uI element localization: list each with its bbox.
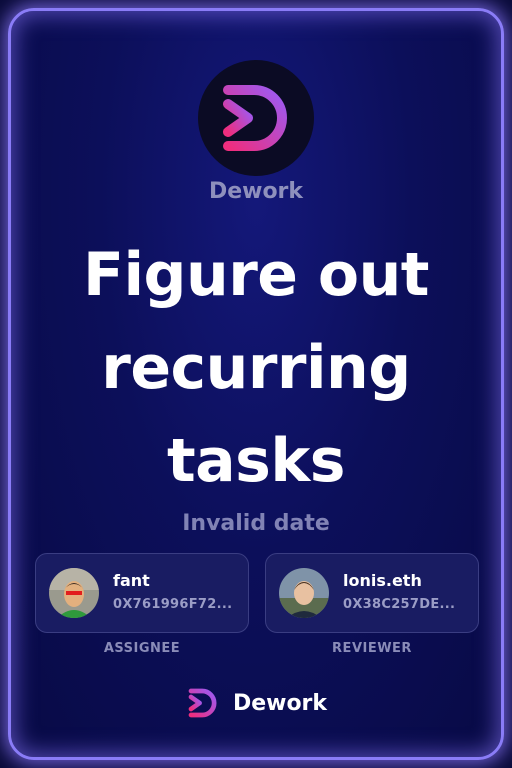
assignee-avatar [49,568,99,618]
dework-logo-icon [223,85,287,151]
assignee-address: 0X761996F72... [113,597,233,612]
reviewer-name: lonis.eth [343,571,422,590]
reviewer-card[interactable]: lonis.eth 0X38C257DE... [265,553,479,633]
assignee-name: fant [113,571,150,590]
dework-logo [198,60,314,176]
task-title: Figure out recurring tasks [82,240,430,496]
task-card: Dework Figure out recurring tasks Invali… [8,8,504,760]
reviewer-avatar [279,568,329,618]
brand-name: Dework [208,179,304,204]
dework-footer-logo-icon [188,688,217,718]
assignee-role-label: ASSIGNEE [103,641,181,656]
footer-brand: Dework [11,683,501,723]
footer-brand-name: Dework [232,690,328,716]
reviewer-address: 0X38C257DE... [343,597,456,612]
assignee-card[interactable]: fant 0X761996F72... [35,553,249,633]
task-date: Invalid date [182,511,330,536]
reviewer-role-label: REVIEWER [332,641,412,656]
